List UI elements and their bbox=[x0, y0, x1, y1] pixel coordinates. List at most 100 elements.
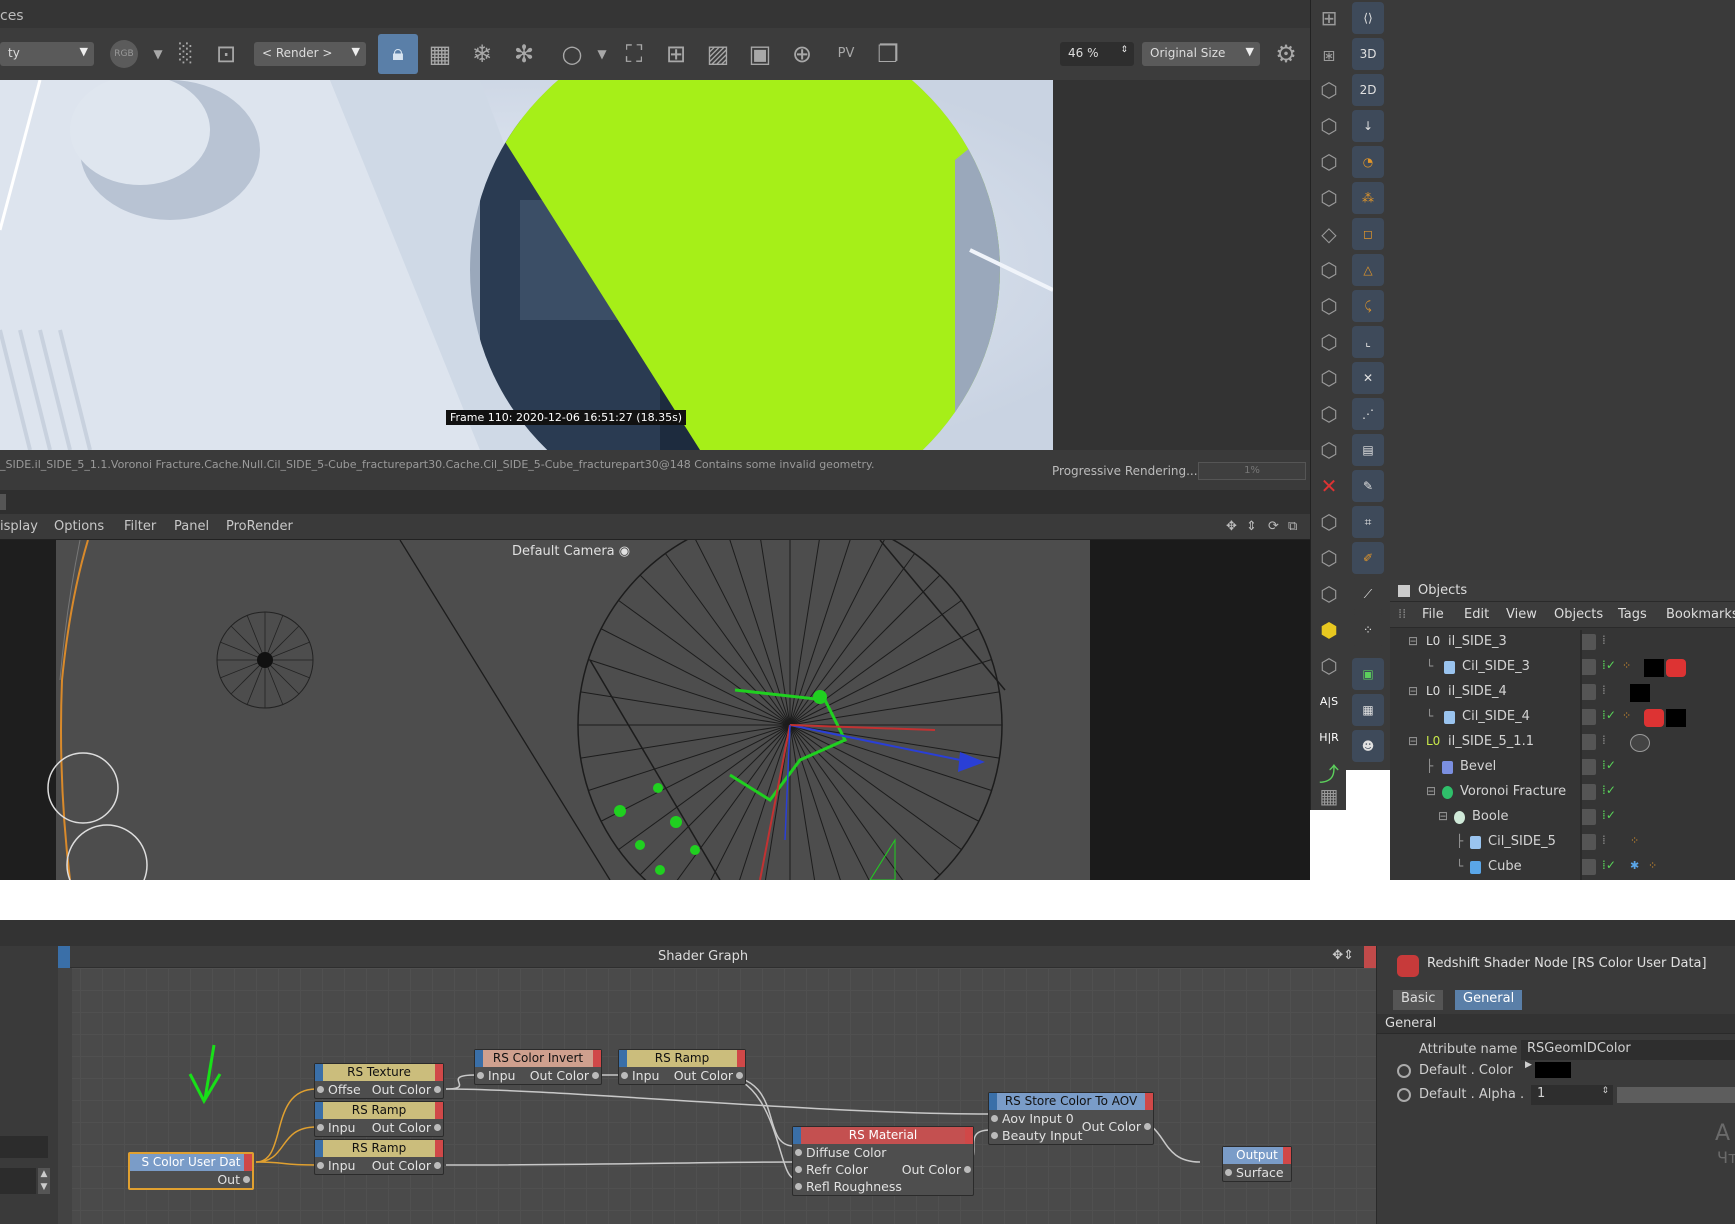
spline-cube-icon[interactable]: ⧆ bbox=[1315, 40, 1343, 68]
dither-icon[interactable]: ░ bbox=[170, 38, 202, 70]
redshift-tag[interactable] bbox=[1666, 659, 1686, 677]
pv-icon[interactable]: PV bbox=[830, 38, 862, 70]
grid-cube-icon[interactable]: ▦ bbox=[1315, 782, 1343, 810]
left-field[interactable] bbox=[0, 1136, 48, 1158]
corner-icon[interactable]: ⌞ bbox=[1352, 326, 1384, 358]
node-rs-texture[interactable]: RS Texture Offse Out Color bbox=[314, 1063, 444, 1099]
text-spline-icon[interactable]: ⊞ bbox=[1315, 4, 1343, 32]
material-tag[interactable] bbox=[1644, 659, 1664, 677]
snowflake-g-icon[interactable]: ✻ bbox=[508, 38, 540, 70]
tag-icon[interactable]: ⁘ bbox=[1622, 659, 1642, 677]
left-number-field[interactable] bbox=[0, 1168, 36, 1194]
circle-icon[interactable]: ○ bbox=[556, 38, 588, 70]
cube-icon[interactable]: ⬡ bbox=[1315, 364, 1343, 392]
triangle-icon[interactable]: △ bbox=[1352, 254, 1384, 286]
mesh-icon[interactable]: ▤ bbox=[1352, 434, 1384, 466]
move-view-icon[interactable]: ✥ bbox=[1226, 519, 1237, 534]
brush-icon[interactable]: ✎ bbox=[1352, 470, 1384, 502]
slash-icon[interactable]: ⟋ bbox=[1352, 578, 1384, 610]
cube-icon[interactable]: ⬡ bbox=[1315, 112, 1343, 140]
object-row[interactable]: └ Cil_SIDE_4 ⁞✓ ⁘ bbox=[1390, 705, 1735, 730]
tag-icon[interactable]: ⁘ bbox=[1648, 859, 1668, 877]
dots-icon[interactable]: ⁘ bbox=[1352, 614, 1384, 646]
curve-icon[interactable]: ⤹ bbox=[1352, 290, 1384, 322]
spinner-icon[interactable]: ▲ ▼ bbox=[38, 1168, 50, 1194]
3d-viewport[interactable]: Default Camera ◉ bbox=[0, 540, 1310, 880]
zoom-view-icon[interactable]: ⇕ bbox=[1246, 519, 1257, 534]
object-row[interactable]: ⊟ L0 il_SIDE_3 ⁞ bbox=[1390, 630, 1735, 655]
cube-icon[interactable]: ⬡ bbox=[1315, 328, 1343, 356]
plane-icon[interactable]: ◇ bbox=[1315, 220, 1343, 248]
animation-radio[interactable] bbox=[1397, 1064, 1411, 1078]
menu-panel[interactable]: Panel bbox=[174, 519, 209, 534]
expand-arrow-icon[interactable]: ▶ bbox=[1525, 1060, 1532, 1070]
arrow-down-icon[interactable]: ↓ bbox=[1352, 110, 1384, 142]
material-tag[interactable] bbox=[1666, 709, 1686, 727]
tag-icon[interactable]: ⁘ bbox=[1630, 834, 1650, 852]
display-tag[interactable] bbox=[1630, 734, 1650, 752]
as-icon[interactable]: A|S bbox=[1315, 688, 1343, 716]
delete-cube-icon[interactable]: ✕ bbox=[1315, 472, 1343, 500]
frame-icon[interactable]: ▣ bbox=[1352, 658, 1384, 690]
image-icon[interactable]: ▣ bbox=[744, 38, 776, 70]
camera-icon[interactable]: ◉ bbox=[619, 544, 630, 559]
head-icon[interactable]: ☻ bbox=[1352, 730, 1384, 762]
menu-display[interactable]: isplay bbox=[0, 519, 38, 534]
object-row[interactable]: ├ Cil_SIDE_5 ⁞ ⁘ bbox=[1390, 830, 1735, 855]
object-row[interactable]: └ Cube ⁞✓ ✱ ⁘ bbox=[1390, 855, 1735, 880]
deformer-3d-icon[interactable]: 3D bbox=[1352, 38, 1384, 70]
menu-view[interactable]: View bbox=[1506, 607, 1537, 622]
cross-icon[interactable]: ✕ bbox=[1352, 362, 1384, 394]
select-icon[interactable]: ⌗ bbox=[1352, 506, 1384, 538]
tab-basic[interactable]: Basic bbox=[1393, 990, 1444, 1010]
cube-icon[interactable]: ⬡ bbox=[1315, 292, 1343, 320]
cube-icon[interactable]: ⬡ bbox=[1315, 436, 1343, 464]
zoom-field[interactable]: 46 % ⇕ bbox=[1060, 42, 1134, 66]
tag-icon[interactable]: ✱ bbox=[1630, 859, 1650, 877]
rotate-view-icon[interactable]: ⟳ bbox=[1268, 519, 1279, 534]
colored-cube-icon[interactable]: ⬢ bbox=[1315, 616, 1343, 644]
cube-icon[interactable]: ⬡ bbox=[1315, 544, 1343, 572]
lock-icon[interactable]: 🔒︎ bbox=[378, 34, 418, 74]
object-row[interactable]: ├ Bevel ⁞✓ bbox=[1390, 755, 1735, 780]
menu-edit[interactable]: Edit bbox=[1464, 607, 1489, 622]
object-row[interactable]: ⊟ Voronoi Fracture ⁞✓ bbox=[1390, 780, 1735, 805]
node-rs-ramp-1[interactable]: RS Ramp Inpu Out Color bbox=[314, 1101, 444, 1137]
nodes-icon[interactable]: ⁂ bbox=[1352, 182, 1384, 214]
cube-icon[interactable]: ⬡ bbox=[1315, 400, 1343, 428]
render-dropdown[interactable]: < Render > ▼ bbox=[254, 42, 366, 66]
object-row[interactable]: ⊟ L0 il_SIDE_4 ⁞ bbox=[1390, 680, 1735, 705]
cube-icon[interactable]: ⬡ bbox=[1315, 256, 1343, 284]
grid-icon[interactable]: ▦ bbox=[1352, 694, 1384, 726]
copy-icon[interactable]: ❐ bbox=[872, 38, 904, 70]
cube-icon[interactable]: ⬡ bbox=[1315, 508, 1343, 536]
pie-icon[interactable]: ◔ bbox=[1352, 146, 1384, 178]
deformer-icon[interactable]: ⟨⟩ bbox=[1352, 2, 1384, 34]
menu-file[interactable]: File bbox=[1422, 607, 1444, 622]
cube-icon[interactable]: ⬡ bbox=[1315, 184, 1343, 212]
pen-icon[interactable]: ✐ bbox=[1352, 542, 1384, 574]
redshift-tag[interactable] bbox=[1644, 709, 1664, 727]
menu-options[interactable]: Options bbox=[54, 519, 104, 534]
chevron-down-icon[interactable]: ▼ bbox=[586, 38, 618, 70]
tag-icon[interactable]: ⁘ bbox=[1622, 709, 1642, 727]
deformer-2d-icon[interactable]: 2D bbox=[1352, 74, 1384, 106]
object-row[interactable]: ⊟ Boole ⁞✓ bbox=[1390, 805, 1735, 830]
alpha-slider[interactable] bbox=[1617, 1087, 1735, 1103]
hr-icon[interactable]: H|R bbox=[1315, 724, 1343, 752]
maximize-view-icon[interactable]: ⧉ bbox=[1288, 519, 1297, 534]
add-icon[interactable]: ⊕ bbox=[786, 38, 818, 70]
square-icon[interactable]: ◻ bbox=[1352, 218, 1384, 250]
alpha-field[interactable]: 1 ⇕ bbox=[1531, 1085, 1613, 1105]
grid-icon[interactable]: ▦ bbox=[424, 38, 456, 70]
color-swatch[interactable] bbox=[1535, 1062, 1571, 1078]
object-row[interactable]: ⊟ L0 il_SIDE_5_1.1 ⁞ bbox=[1390, 730, 1735, 755]
cube-icon[interactable]: ⬡ bbox=[1315, 580, 1343, 608]
region-render-icon[interactable]: ⊞ bbox=[660, 38, 692, 70]
size-dropdown[interactable]: Original Size ▼ bbox=[1142, 42, 1260, 66]
cube-icon[interactable]: ⬡ bbox=[1315, 76, 1343, 104]
dots-icon[interactable]: ⋰ bbox=[1352, 398, 1384, 430]
node-color-user-data[interactable]: S Color User Dat Out bbox=[128, 1152, 254, 1190]
menu-tags[interactable]: Tags bbox=[1618, 607, 1647, 622]
menu-filter[interactable]: Filter bbox=[124, 519, 156, 534]
